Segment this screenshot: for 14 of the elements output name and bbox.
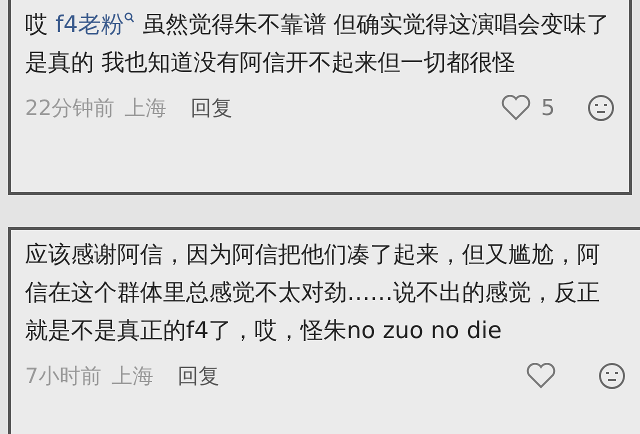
timestamp: 22分钟前: [25, 95, 115, 122]
like-count: 5: [541, 96, 555, 120]
timestamp: 7小时前: [25, 363, 102, 390]
heart-icon[interactable]: [501, 95, 531, 121]
location: 上海: [111, 363, 154, 390]
emoji-icon[interactable]: [598, 362, 626, 390]
comment-text: 应该感谢阿信，因为阿信把他们凑了起来，但又尴尬，阿信在这个群体里总感觉不太对劲……说不出的感觉，反正就是不是真正的f4了，哎，怪朱no zuo no die: [25, 241, 601, 346]
comment-text: 哎 f4老粉 虽然觉得朱不靠谱 但确实觉得这演唱会变味了是真的 我也知道没有阿信开不起来但一切都很怪: [25, 11, 611, 78]
reply-link[interactable]: 回复: [190, 94, 233, 122]
reply-link[interactable]: 回复: [177, 362, 220, 390]
author-link[interactable]: f4老粉: [55, 12, 124, 38]
emoji-icon[interactable]: [587, 94, 615, 122]
heart-icon[interactable]: [526, 363, 556, 389]
location: 上海: [124, 95, 167, 122]
